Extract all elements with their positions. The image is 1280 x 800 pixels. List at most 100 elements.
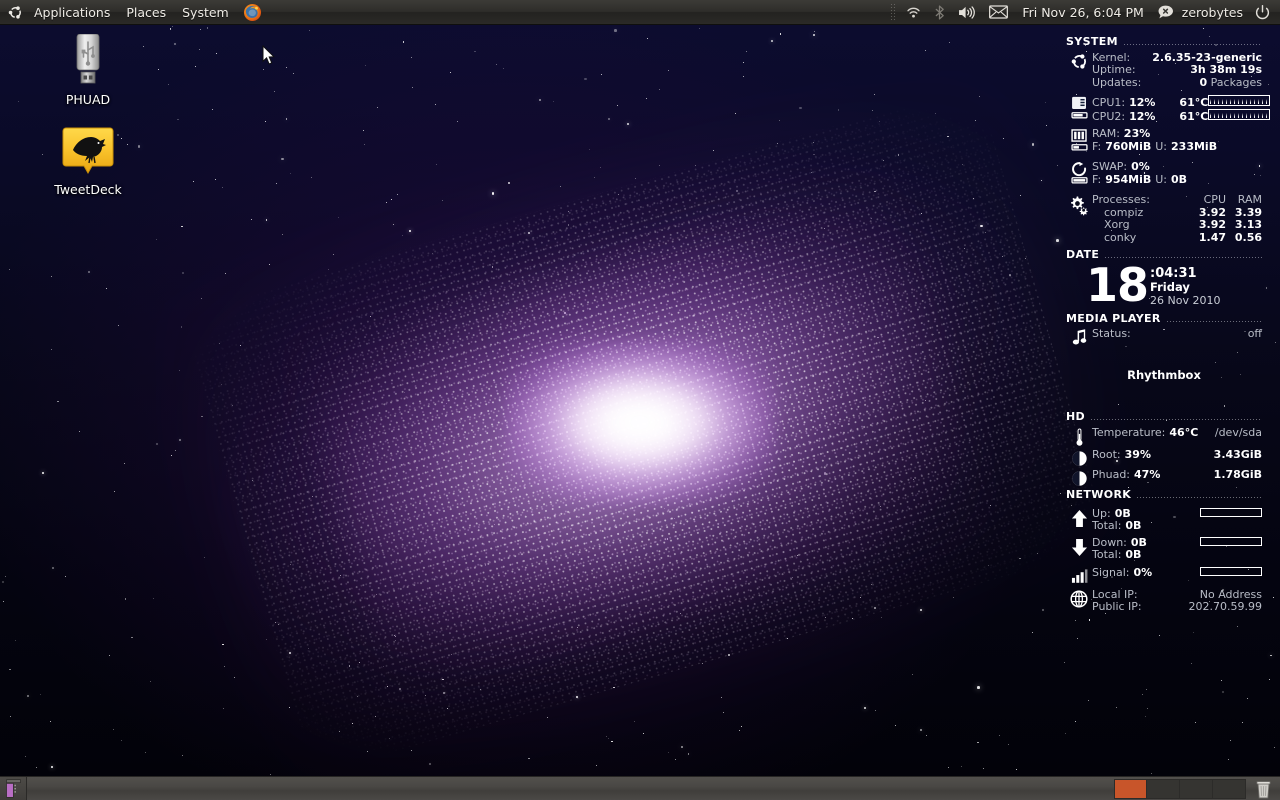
signal-bars-icon [1066,567,1092,584]
conky-cpu1-row: CPU1: 12% 61°C [1092,95,1271,109]
process-name: Xorg [1104,218,1130,231]
process-ram: 3.13 [1234,218,1262,231]
ram-label: RAM: [1092,127,1120,140]
volume-icon[interactable] [953,0,981,25]
cpu1-value: 12% [1129,96,1156,109]
menu-applications[interactable]: Applications [27,2,117,23]
panel-clock[interactable]: Fri Nov 26, 6:04 PM [1016,5,1149,20]
firefox-icon[interactable] [240,3,266,22]
public-ip-value: 202.70.59.99 [1188,600,1262,613]
net-down-total-label: Total: [1092,548,1122,561]
conky-date-block: 18 :04:31 Friday 26 Nov 2010 [1086,262,1262,308]
updates-unit: Packages [1210,75,1262,89]
ubuntu-logo-icon[interactable] [4,5,26,20]
hd-device: /dev/sda [1214,426,1262,439]
cpu1-graph [1208,95,1271,106]
workspace-4[interactable] [1213,778,1246,799]
cpu1-label: CPU1: [1092,96,1126,109]
hd-phuad-value: 47% [1134,468,1161,481]
net-up-total-value: 0B [1125,519,1142,532]
section-title: MEDIA PLAYER [1066,311,1161,325]
section-title: SYSTEM [1066,35,1118,48]
conky-system-monitor: SYSTEM Kernel: 2.6.35-23-generic Uptime:… [1066,35,1271,616]
workspace-3[interactable] [1180,778,1213,799]
ram-free-value: 760MiB [1105,139,1152,153]
hd-root-size: 3.43GiB [1213,448,1262,461]
ubuntu-logo-icon [1066,52,1092,90]
conky-hd-temp-block: Temperature: 46°C /dev/sda [1066,426,1262,447]
conky-ram-block: RAM: 23% F: 760MiB U: 233MiB [1066,127,1262,155]
col-cpu-header: CPU [1203,193,1226,206]
uptime-label: Uptime: [1092,63,1136,76]
net-signal-bar [1200,566,1262,576]
process-ram: 0.56 [1234,230,1262,244]
cpu2-label: CPU2: [1092,109,1126,123]
media-status-label: Status: [1092,327,1131,340]
conky-processes-header: Processes: CPU RAM [1092,193,1262,207]
hd-root-value: 39% [1124,448,1151,461]
cpu2-graph [1208,108,1271,120]
updates-label: Updates: [1092,75,1142,89]
swap-label: SWAP: [1092,160,1128,173]
mouse-cursor [262,44,276,66]
media-player-name: Rhythmbox [1127,368,1201,382]
power-icon[interactable] [1250,0,1275,25]
ram-value: 23% [1123,127,1151,140]
trash-icon[interactable] [1250,777,1276,800]
dotted-rule [1122,39,1262,46]
net-down-total-value: 0B [1125,548,1142,561]
panel-grip [890,3,897,21]
conky-hd-phuad-block: Phuad: 47% 1.78GiB [1066,468,1262,487]
conky-media-status-row: Status: off [1092,327,1262,341]
workspace-1[interactable] [1114,778,1147,799]
conky-cpu-block: CPU1: 12% 61°C CPU2: 12% 61°C [1066,95,1271,123]
ram-free-label: F: [1092,139,1102,153]
menu-system[interactable]: System [175,2,236,23]
desktop-icon-tweetdeck[interactable]: TweetDeck [38,122,138,197]
net-up-total-label: Total: [1092,519,1122,532]
thermometer-icon [1066,427,1092,447]
conky-public-ip-row: Public IP: 202.70.59.99 [1092,600,1262,614]
menu-places[interactable]: Places [119,2,173,23]
hd-phuad-size: 1.78GiB [1213,468,1262,481]
upload-arrow-icon [1066,508,1092,533]
hd-temp-label: Temperature: [1092,426,1166,439]
window-list[interactable] [27,777,1114,800]
conky-ram-detail-row: F: 760MiB U: 233MiB [1092,139,1262,154]
conky-section-media-header: MEDIA PLAYER [1066,311,1262,326]
hd-root-label: Root: [1092,448,1121,461]
section-title: NETWORK [1066,488,1132,501]
desktop-icon-phuad[interactable]: PHUAD [38,32,138,107]
conky-swap-block: SWAP: 0% F: 954MiB U: 0B [1066,160,1262,188]
process-name: conky [1104,230,1137,244]
wifi-icon[interactable] [901,0,926,25]
date-time: :04:31 [1150,265,1197,281]
conky-ram-row: RAM: 23% [1092,127,1262,141]
conky-hd-phuad-row: Phuad: 47% 1.78GiB [1092,468,1262,482]
conky-hd-root-block: Root: 39% 3.43GiB [1066,448,1262,467]
username-label[interactable]: zerobytes [1182,5,1247,20]
hd-phuad-label: Phuad: [1092,468,1131,481]
hd-temp-value: 46°C [1169,426,1199,439]
gears-icon [1066,194,1092,244]
conky-section-network-header: NETWORK [1066,488,1262,502]
cpu1-temp: 61°C [1179,96,1209,109]
process-row: Xorg 3.92 3.13 [1092,218,1262,232]
date-weekday: Friday [1150,279,1190,294]
workspace-2[interactable] [1147,778,1180,799]
show-desktop-button[interactable] [0,776,27,800]
conky-processes-block: Processes: CPU RAM compiz 3.92 3.39 Xorg… [1066,193,1262,244]
chat-bubble-offline-icon[interactable] [1153,0,1179,25]
col-ram-header: RAM [1237,193,1262,206]
media-status-value: off [1247,327,1262,340]
envelope-icon[interactable] [984,0,1013,25]
conky-swap-row: SWAP: 0% [1092,160,1262,174]
music-note-icon [1066,328,1092,347]
workspace-switcher[interactable] [1114,778,1246,799]
bluetooth-icon[interactable] [929,0,950,25]
conky-net-signal-row: Signal: 0% [1092,566,1262,580]
process-cpu: 3.92 [1198,218,1226,231]
bottom-panel [0,776,1280,800]
process-cpu: 1.47 [1198,230,1226,244]
conky-hd-root-row: Root: 39% 3.43GiB [1092,448,1262,462]
